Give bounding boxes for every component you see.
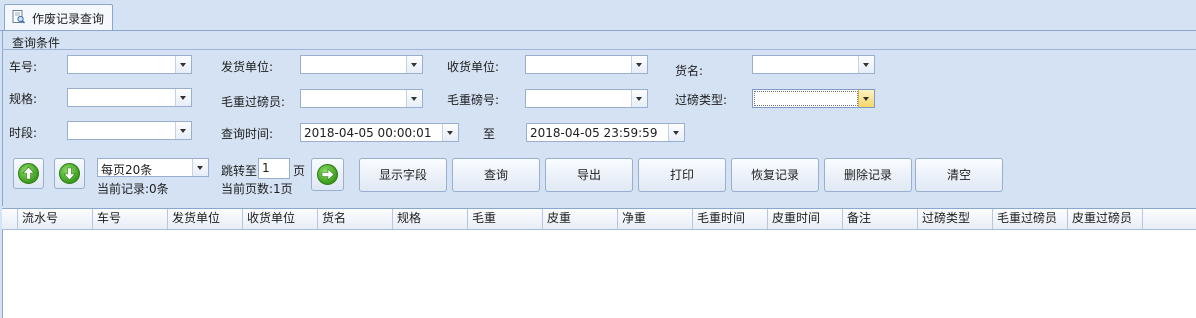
grid-header: 流水号 车号 发货单位 收货单位 货名 规格 毛重 皮重 净重 毛重时间 皮重时… [2, 208, 1196, 230]
car-no-combo[interactable] [67, 55, 192, 74]
column-header[interactable]: 收货单位 [243, 209, 318, 229]
tab-void-record-query[interactable]: 作废记录查询 [4, 4, 113, 30]
go-page-button[interactable] [311, 158, 344, 191]
spec-label: 规格: [9, 92, 38, 106]
tab-label: 作废记录查询 [32, 12, 105, 26]
period-combo[interactable] [67, 121, 192, 140]
print-button[interactable]: 打印 [638, 158, 726, 192]
next-page-button[interactable] [54, 158, 85, 189]
goods-combo[interactable] [752, 55, 875, 74]
current-pages-text: 当前页数:1页 [221, 182, 293, 196]
chevron-down-icon[interactable] [406, 56, 422, 73]
column-header[interactable]: 流水号 [18, 209, 93, 229]
clear-button[interactable]: 清空 [915, 158, 1003, 192]
tab-strip [0, 0, 1196, 31]
column-header[interactable]: 货名 [318, 209, 393, 229]
row-indicator-header [2, 209, 18, 229]
document-search-icon [12, 10, 26, 24]
gross-scale-label: 毛重磅号: [447, 93, 500, 107]
column-header[interactable]: 净重 [618, 209, 693, 229]
spec-combo[interactable] [67, 88, 192, 107]
chevron-down-icon[interactable] [192, 159, 208, 176]
chevron-down-icon[interactable] [858, 90, 874, 107]
current-records-text: 当前记录:0条 [97, 182, 169, 196]
gross-weigher-label: 毛重过磅员: [221, 95, 286, 109]
column-header[interactable]: 规格 [393, 209, 468, 229]
arrow-down-icon [63, 167, 76, 181]
column-header[interactable]: 备注 [843, 209, 918, 229]
start-time-picker[interactable]: 2018-04-05 00:00:01 [300, 123, 459, 142]
gross-scale-combo[interactable] [525, 89, 648, 108]
page-unit-label: 页 [293, 164, 306, 178]
focus-outline [754, 91, 858, 106]
export-button[interactable]: 导出 [545, 158, 633, 192]
chevron-down-icon[interactable] [631, 90, 647, 107]
restore-record-button[interactable]: 恢复记录 [731, 158, 819, 192]
period-label: 时段: [9, 126, 38, 140]
column-header[interactable]: 皮重 [543, 209, 618, 229]
chevron-down-icon[interactable] [631, 56, 647, 73]
column-header[interactable]: 发货单位 [168, 209, 243, 229]
receiver-combo[interactable] [525, 55, 648, 74]
weigh-type-combo[interactable] [752, 89, 875, 108]
arrow-up-icon [22, 166, 35, 180]
column-header[interactable]: 毛重过磅员 [993, 209, 1068, 229]
end-time-picker[interactable]: 2018-04-05 23:59:59 [526, 123, 685, 142]
delete-record-button[interactable]: 删除记录 [824, 158, 912, 192]
receiver-label: 收货单位: [447, 60, 500, 74]
sender-label: 发货单位: [221, 60, 274, 74]
chevron-down-icon[interactable] [668, 124, 684, 141]
chevron-down-icon[interactable] [175, 56, 191, 73]
car-no-label: 车号: [9, 60, 38, 74]
chevron-down-icon[interactable] [406, 90, 422, 107]
gross-weigher-combo[interactable] [300, 89, 423, 108]
chevron-down-icon[interactable] [175, 89, 191, 106]
column-header[interactable]: 皮重过磅员 [1068, 209, 1143, 229]
prev-page-button[interactable] [13, 158, 44, 189]
jump-label: 跳转至 [221, 164, 258, 178]
arrow-right-icon [321, 168, 335, 181]
chevron-down-icon[interactable] [175, 122, 191, 139]
column-header[interactable]: 车号 [93, 209, 168, 229]
chevron-down-icon[interactable] [442, 124, 458, 141]
column-header[interactable]: 毛重时间 [693, 209, 768, 229]
column-header[interactable]: 皮重时间 [768, 209, 843, 229]
page-size-combo[interactable]: 每页20条 [97, 158, 209, 177]
goods-label: 货名: [675, 64, 704, 78]
to-label: 至 [483, 127, 496, 141]
query-button[interactable]: 查询 [452, 158, 540, 192]
page-number-input[interactable]: 1 [258, 158, 290, 179]
column-header[interactable]: 毛重 [468, 209, 543, 229]
sender-combo[interactable] [300, 55, 423, 74]
weigh-type-label: 过磅类型: [675, 93, 728, 107]
chevron-down-icon[interactable] [858, 56, 874, 73]
column-header[interactable]: 过磅类型 [918, 209, 993, 229]
panel-divider [2, 49, 1196, 50]
show-fields-button[interactable]: 显示字段 [359, 158, 447, 192]
query-time-label: 查询时间: [221, 127, 274, 141]
